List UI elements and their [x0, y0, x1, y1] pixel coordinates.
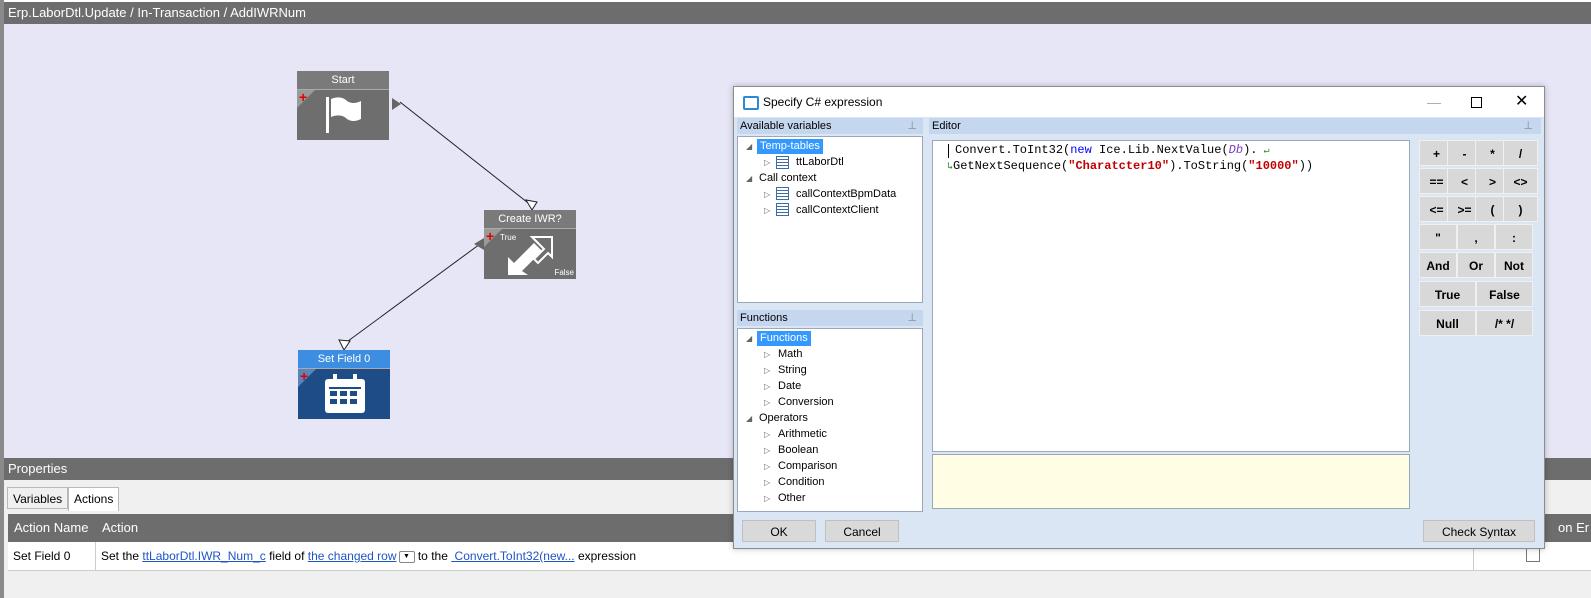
node-start-title: Start [297, 71, 389, 90]
flag-icon [326, 97, 361, 133]
pin-icon: ⊥ [907, 120, 917, 132]
node-set-field[interactable]: Set Field 0 + [298, 350, 390, 419]
code-line-1: Convert.ToInt32(new Ice.Lib.NextValue(Db… [955, 143, 1270, 157]
op-null-button[interactable]: Null [1419, 310, 1476, 336]
tab-variables[interactable]: Variables [7, 487, 69, 509]
field-link[interactable]: ttLaborDtl.IWR_Num_c [142, 549, 265, 563]
text-cursor [948, 144, 949, 158]
changed-row-link[interactable]: the changed row [308, 549, 397, 563]
wrap-icon: ↵ [1257, 146, 1270, 157]
dialog-title: Specify C# expression [763, 95, 883, 109]
add-icon[interactable]: + [299, 90, 307, 104]
op-comma-button[interactable]: , [1457, 224, 1495, 250]
table-icon [776, 156, 789, 169]
tree-conversion[interactable]: Conversion [778, 395, 834, 410]
maximize-icon[interactable] [1471, 97, 1482, 108]
col-action-name[interactable]: Action Name [14, 514, 88, 542]
tree-boolean[interactable]: Boolean [778, 443, 818, 458]
op-quote-button[interactable]: " [1419, 224, 1457, 250]
branch-arrows-icon [508, 236, 553, 275]
tree-condition[interactable]: Condition [778, 475, 824, 490]
node-start[interactable]: Start + [297, 71, 389, 140]
dialog-app-icon [743, 96, 759, 110]
syntax-output [932, 454, 1410, 509]
tree-ttlabordtl[interactable]: ttLaborDtl [796, 155, 844, 170]
tab-actions[interactable]: Actions [68, 487, 120, 511]
pin-icon: ⊥ [907, 312, 917, 324]
tree-string[interactable]: String [778, 363, 807, 378]
op-true-button[interactable]: True [1419, 281, 1476, 307]
dropdown-icon[interactable]: ▼ [398, 550, 415, 563]
op-divide-button[interactable]: / [1503, 140, 1538, 166]
op-and-button[interactable]: And [1419, 252, 1457, 278]
workflow-title: Erp.LaborDtl.Update / In-Transaction / A… [4, 2, 1591, 24]
node-create-iwr[interactable]: Create IWR? + True False [484, 210, 576, 279]
tree-temp-tables[interactable]: Temp-tables [757, 139, 823, 154]
pin-icon: ⊥ [1523, 120, 1533, 132]
expression-dialog: Specify C# expression — ✕ Available vari… [733, 86, 1545, 549]
row-checkbox[interactable] [1526, 548, 1540, 562]
op-comment-button[interactable]: /* */ [1476, 310, 1533, 336]
col-truncated[interactable]: on Er [1558, 514, 1589, 542]
editor-pane-header: Editor ⊥ [929, 118, 1541, 134]
op-or-button[interactable]: Or [1457, 252, 1495, 278]
code-line-2: ↳GetNextSequence("Charatcter10").ToStrin… [947, 159, 1314, 173]
op-not-button[interactable]: Not [1495, 252, 1533, 278]
connector-start-create [399, 101, 533, 207]
ok-button[interactable]: OK [742, 520, 816, 542]
tree-math[interactable]: Math [778, 347, 802, 362]
node-set-title: Set Field 0 [298, 350, 390, 369]
create-in-port [474, 238, 484, 250]
tree-comparison[interactable]: Comparison [778, 459, 837, 474]
tree-callcontextclient[interactable]: callContextClient [796, 203, 879, 218]
cancel-button[interactable]: Cancel [825, 520, 899, 542]
dialog-body: Available variables ⊥ ◢ Temp-tables ▷ ttL… [734, 117, 1544, 548]
tree-arithmetic[interactable]: Arithmetic [778, 427, 827, 442]
op-colon-button[interactable]: : [1495, 224, 1533, 250]
row-action-name: Set Field 0 [13, 549, 71, 563]
variables-pane-header: Available variables ⊥ [737, 118, 923, 134]
tree-call-context[interactable]: Call context [759, 171, 816, 186]
op-notequal-button[interactable]: <> [1503, 168, 1538, 194]
start-out-port [392, 98, 401, 110]
op-closeparen-button[interactable]: ) [1503, 196, 1538, 222]
node-create-title: Create IWR? [484, 210, 576, 229]
dialog-titlebar[interactable]: Specify C# expression — ✕ [734, 87, 1544, 117]
connector-create-set [343, 243, 481, 345]
col-action[interactable]: Action [102, 514, 138, 542]
add-icon[interactable]: + [300, 369, 308, 383]
operator-keypad: + - * / == < > <> <= >= ( ) " , : And Or… [1419, 140, 1538, 340]
table-icon [776, 187, 789, 200]
row-action-description: Set the ttLaborDtl.IWR_Num_c field of th… [101, 549, 636, 563]
tree-other[interactable]: Other [778, 491, 806, 506]
table-icon [776, 203, 789, 216]
functions-tree[interactable]: ◢ Functions ▷ Math ▷ String ▷ Date ▷ Convers… [737, 328, 923, 512]
check-syntax-button[interactable]: Check Syntax [1423, 520, 1535, 542]
false-label: False [554, 268, 574, 277]
tree-date[interactable]: Date [778, 379, 801, 394]
functions-pane-header: Functions ⊥ [737, 310, 923, 326]
arrowhead-set [338, 339, 351, 351]
tree-functions[interactable]: Functions [757, 331, 811, 346]
op-false-button[interactable]: False [1476, 281, 1533, 307]
code-editor[interactable]: Convert.ToInt32(new Ice.Lib.NextValue(Db… [932, 140, 1410, 452]
add-icon[interactable]: + [486, 229, 494, 243]
tree-operators[interactable]: Operators [759, 411, 808, 426]
calendar-icon [325, 374, 365, 413]
variables-tree[interactable]: ◢ Temp-tables ▷ ttLaborDtl ◢ Call contex… [737, 136, 923, 303]
arrowhead-create [525, 199, 538, 211]
close-icon[interactable]: ✕ [1515, 87, 1528, 117]
expression-link[interactable]: Convert.ToInt32(new... [451, 549, 575, 563]
minimize-icon[interactable]: — [1427, 87, 1441, 117]
tree-callcontextbpmdata[interactable]: callContextBpmData [796, 187, 896, 202]
